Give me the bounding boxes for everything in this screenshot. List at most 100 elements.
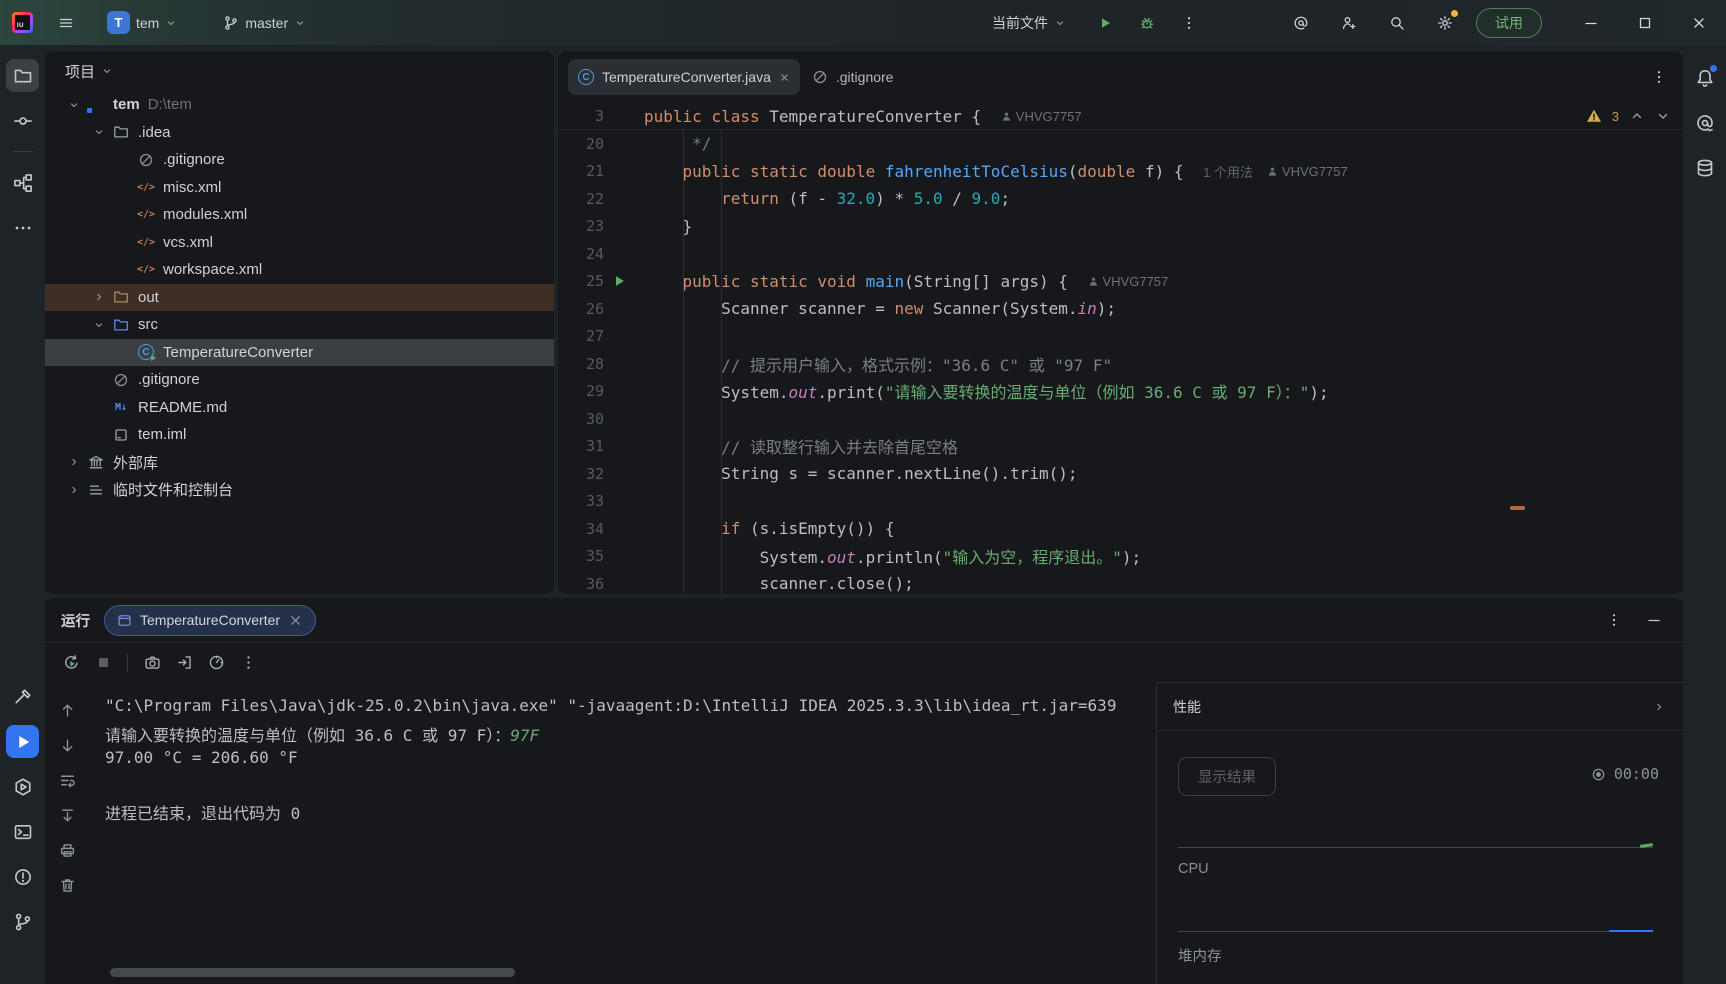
- editor-options-button[interactable]: [1645, 63, 1673, 91]
- project-panel-header[interactable]: 项目: [45, 51, 554, 91]
- chevron-down-icon[interactable]: [88, 126, 110, 138]
- code-line-29[interactable]: 29 System.out.print("请输入要转换的温度与单位（例如 36.…: [558, 378, 1683, 406]
- tree-item-tem.iml[interactable]: tem.iml: [45, 421, 554, 449]
- code-line-sticky[interactable]: 3public class TemperatureConverter { VHV…: [558, 102, 1082, 130]
- tree-item-modules.xml[interactable]: </>modules.xml: [45, 201, 554, 229]
- tree-item-.idea[interactable]: .idea: [45, 119, 554, 147]
- titlebar-settings-button[interactable]: [1428, 6, 1462, 40]
- tree-item-.gitignore[interactable]: .gitignore: [45, 366, 554, 394]
- code-line-27[interactable]: 27: [558, 323, 1683, 351]
- run-tab[interactable]: TemperatureConverter: [104, 605, 316, 636]
- code-line-32[interactable]: 32 String s = scanner.nextLine().trim();: [558, 460, 1683, 488]
- code-line-28[interactable]: 28 // 提示用户输入，格式示例："36.6 C" 或 "97 F": [558, 350, 1683, 378]
- tree-item-README.md[interactable]: M↓README.md: [45, 394, 554, 422]
- code-line-31[interactable]: 31 // 读取整行输入并去除首尾空格: [558, 433, 1683, 461]
- tree-item-vcs.xml[interactable]: </>vcs.xml: [45, 229, 554, 257]
- clear-trash-button[interactable]: [53, 871, 81, 899]
- jump-to-source-button[interactable]: [170, 649, 198, 677]
- console-line-1[interactable]: "C:\Program Files\Java\jdk-25.0.2\bin\ja…: [105, 696, 1156, 722]
- tree-item-.gitignore[interactable]: .gitignore: [45, 146, 554, 174]
- minimize-window-button[interactable]: [1564, 0, 1618, 45]
- tool-database-button[interactable]: [1688, 151, 1721, 184]
- close-icon[interactable]: [288, 613, 303, 628]
- rerun-button[interactable]: [57, 649, 85, 677]
- chevron-right-icon[interactable]: [63, 484, 85, 496]
- code-line-26[interactable]: 26 Scanner scanner = new Scanner(System.…: [558, 295, 1683, 323]
- tool-terminal-button[interactable]: [6, 815, 39, 848]
- close-icon[interactable]: [779, 72, 790, 83]
- trial-button[interactable]: 试用: [1476, 8, 1542, 38]
- code-line-23[interactable]: 23 }: [558, 213, 1683, 241]
- tool-problems-button[interactable]: [6, 860, 39, 893]
- soft-wrap-button[interactable]: [53, 766, 81, 794]
- titlebar-add-user-button[interactable]: [1332, 6, 1366, 40]
- code-line-25[interactable]: 25 public static void main(String[] args…: [558, 268, 1683, 296]
- editor-tab-.gitignore[interactable]: .gitignore: [802, 59, 904, 95]
- tree-item-workspace.xml[interactable]: </>workspace.xml: [45, 256, 554, 284]
- show-results-button[interactable]: 显示结果: [1178, 757, 1276, 796]
- console-line-3[interactable]: 97.00 °C = 206.60 °F: [105, 748, 1156, 774]
- tree-item-src[interactable]: src: [45, 311, 554, 339]
- titlebar-run-play-button[interactable]: [1088, 6, 1122, 40]
- profiler-gauge-button[interactable]: [202, 649, 230, 677]
- camera-button[interactable]: [138, 649, 166, 677]
- branch-widget[interactable]: master: [215, 6, 314, 40]
- code-line-34[interactable]: 34 if (s.isEmpty()) {: [558, 515, 1683, 543]
- code-line-21[interactable]: 21 public static double fahrenheitToCels…: [558, 158, 1683, 186]
- next-warning-icon[interactable]: [1655, 108, 1671, 124]
- tool-structure-button[interactable]: [6, 166, 39, 199]
- titlebar-more-vertical-button[interactable]: [1172, 6, 1206, 40]
- tool-services-button[interactable]: [6, 770, 39, 803]
- prev-warning-icon[interactable]: [1629, 108, 1645, 124]
- titlebar-search-button[interactable]: [1380, 6, 1414, 40]
- usages-inlay-hint[interactable]: 1 个用法: [1203, 165, 1253, 180]
- gutter-run-icon[interactable]: [604, 273, 634, 289]
- chevron-down-icon[interactable]: [88, 319, 110, 331]
- tool-git-branch-button[interactable]: [6, 905, 39, 938]
- chevron-right-icon[interactable]: [63, 456, 85, 468]
- tree-item-out[interactable]: out: [45, 284, 554, 312]
- console-output[interactable]: "C:\Program Files\Java\jdk-25.0.2\bin\ja…: [89, 682, 1156, 984]
- code-line-30[interactable]: 30: [558, 405, 1683, 433]
- maximize-window-button[interactable]: [1618, 0, 1672, 45]
- project-widget[interactable]: T tem: [99, 6, 185, 40]
- tool-ai-chat-button[interactable]: [1688, 106, 1721, 139]
- performance-header[interactable]: 性能: [1157, 683, 1683, 731]
- tree-item-tem[interactable]: temD:\tem: [45, 91, 554, 119]
- tree-item-misc.xml[interactable]: </>misc.xml: [45, 174, 554, 202]
- code-line-24[interactable]: 24: [558, 240, 1683, 268]
- arrow-down-button[interactable]: [53, 731, 81, 759]
- tool-run-play-button[interactable]: [6, 725, 39, 758]
- console-line-2[interactable]: 请输入要转换的温度与单位（例如 36.6 C 或 97 F）：97F: [105, 722, 1156, 748]
- tool-commit-button[interactable]: [6, 104, 39, 137]
- tree-item-临时文件和控制台[interactable]: 临时文件和控制台: [45, 476, 554, 504]
- print-button[interactable]: [53, 836, 81, 864]
- titlebar-ai-assistant-button[interactable]: [1284, 6, 1318, 40]
- tree-item-TemperatureConverter[interactable]: CTemperatureConverter: [45, 339, 554, 367]
- code-area[interactable]: 20 */21 public static double fahrenheitT…: [558, 130, 1683, 594]
- main-menu-button[interactable]: [49, 6, 83, 40]
- run-panel-more-vertical-button[interactable]: [1601, 607, 1627, 633]
- run-panel-minimize-button[interactable]: [1641, 607, 1667, 633]
- tree-item-外部库[interactable]: 外部库: [45, 449, 554, 477]
- editor-tab-TemperatureConverter.java[interactable]: CTemperatureConverter.java: [568, 59, 800, 95]
- more-vertical-button[interactable]: [234, 649, 262, 677]
- run-config-selector[interactable]: 当前文件: [984, 6, 1074, 40]
- titlebar-debug-bug-button[interactable]: [1130, 6, 1164, 40]
- tool-build-hammer-button[interactable]: [6, 680, 39, 713]
- tool-project-folder-button[interactable]: [6, 59, 39, 92]
- code-line-35[interactable]: 35 System.out.println("输入为空，程序退出。");: [558, 543, 1683, 571]
- code-line-36[interactable]: 36 scanner.close();: [558, 570, 1683, 594]
- chevron-right-icon[interactable]: [88, 291, 110, 303]
- code-line-20[interactable]: 20 */: [558, 130, 1683, 158]
- close-window-button[interactable]: [1672, 0, 1726, 45]
- code-line-33[interactable]: 33: [558, 488, 1683, 516]
- arrow-up-button[interactable]: [53, 696, 81, 724]
- tool-notifications-bell-button[interactable]: [1688, 61, 1721, 94]
- sticky-header-line[interactable]: 3public class TemperatureConverter { VHV…: [558, 103, 1683, 130]
- code-line-22[interactable]: 22 return (f - 32.0) * 5.0 / 9.0;: [558, 185, 1683, 213]
- chevron-down-icon[interactable]: [63, 99, 85, 111]
- tool-more-horizontal-button[interactable]: [6, 211, 39, 244]
- scroll-to-end-button[interactable]: [53, 801, 81, 829]
- console-line-4[interactable]: [105, 774, 1156, 800]
